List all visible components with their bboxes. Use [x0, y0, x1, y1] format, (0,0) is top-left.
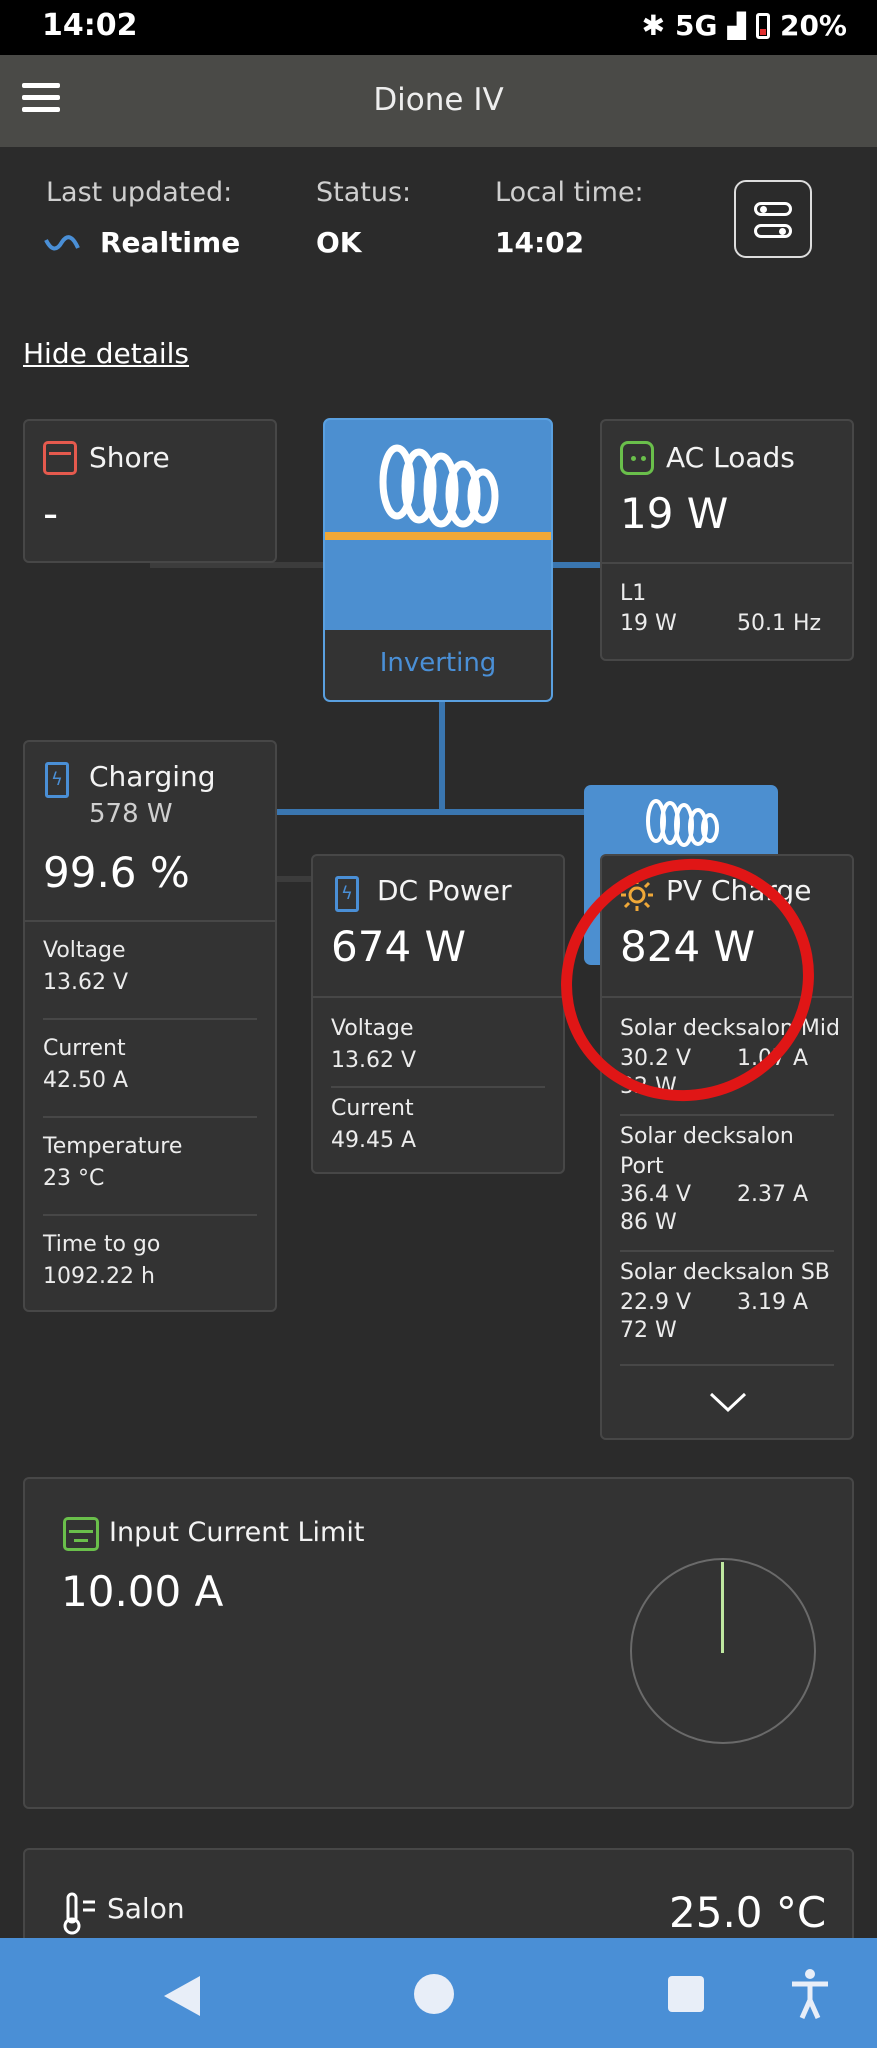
- ac-loads-card[interactable]: AC Loads 19 W L1 19 W 50.1 Hz: [600, 419, 854, 661]
- pv-charger-power: 86 W: [620, 1210, 677, 1235]
- divider: [602, 562, 852, 564]
- shore-value: -: [43, 489, 59, 538]
- last-updated-value: Realtime: [100, 226, 241, 259]
- battery-charging-icon: ϟ: [45, 762, 69, 798]
- switch-view-button[interactable]: [734, 180, 812, 258]
- pv-charger-voltage: 22.9 V: [620, 1290, 692, 1315]
- battery-temperature-value: 23 °C: [43, 1166, 105, 1191]
- chevron-down-icon[interactable]: [708, 1390, 748, 1414]
- salon-value: 25.0 °C: [669, 1888, 827, 1937]
- inverter-card[interactable]: Inverting: [323, 418, 553, 702]
- pv-charger-voltage: 36.4 V: [620, 1182, 692, 1207]
- battery-power: 578 W: [89, 799, 173, 829]
- ac-phase-label: L1: [620, 581, 647, 606]
- divider: [43, 1116, 257, 1118]
- battery-current-label: Current: [43, 1036, 126, 1061]
- pv-charger-name: Solar decksalon SB: [620, 1260, 830, 1285]
- dc-current-value: 49.45 A: [331, 1128, 417, 1153]
- dc-current-label: Current: [331, 1096, 414, 1121]
- local-time-label: Local time:: [495, 177, 644, 208]
- signal-icon: ▟: [727, 11, 746, 40]
- shore-title: Shore: [89, 441, 170, 474]
- gauge-needle: [721, 1562, 724, 1653]
- battery-ttg-label: Time to go: [43, 1232, 161, 1257]
- accessibility-icon[interactable]: [790, 1968, 830, 2020]
- status-value: OK: [316, 226, 362, 259]
- victron-logo-icon: [379, 444, 499, 528]
- system-nav-bar: [0, 1938, 877, 2048]
- network-label: 5G: [675, 9, 718, 42]
- victron-logo-icon: [646, 799, 719, 847]
- home-icon[interactable]: [414, 1974, 454, 2014]
- battery-voltage-label: Voltage: [43, 938, 126, 963]
- battery-voltage-value: 13.62 V: [43, 970, 129, 995]
- inverter-status-bar: [325, 532, 551, 540]
- bluetooth-icon: ✱: [641, 9, 666, 42]
- ac-phase-power: 19 W: [620, 611, 677, 636]
- divider: [25, 920, 275, 922]
- dc-power-card[interactable]: ϟ DC Power 674 W Voltage 13.62 V Current…: [311, 854, 565, 1174]
- battery-icon: [755, 12, 770, 39]
- battery-current-value: 42.50 A: [43, 1068, 129, 1093]
- wire-battery-dc: [276, 876, 312, 882]
- salon-title: Salon: [107, 1892, 185, 1925]
- dc-power-title: DC Power: [377, 874, 512, 907]
- dc-voltage-label: Voltage: [331, 1016, 414, 1041]
- input-limit-value: 10.00 A: [61, 1567, 224, 1616]
- status-bar: 14:02 ✱ 5G ▟ 20%: [0, 0, 877, 55]
- hide-details-link[interactable]: Hide details: [23, 337, 189, 370]
- page-title: Dione IV: [373, 82, 504, 118]
- ac-loads-value: 19 W: [620, 489, 729, 538]
- divider: [620, 1364, 834, 1366]
- divider: [43, 1214, 257, 1216]
- shore-icon: [43, 441, 77, 475]
- divider: [331, 1086, 545, 1088]
- divider: [620, 1250, 834, 1252]
- wire-inverter-ac: [553, 562, 601, 568]
- shore-card[interactable]: Shore -: [23, 419, 277, 563]
- back-icon[interactable]: [160, 1974, 202, 2018]
- pv-charger-name: Solar decksalon Port: [620, 1124, 794, 1179]
- dc-voltage-value: 13.62 V: [331, 1048, 417, 1073]
- socket-icon: [620, 441, 654, 475]
- ac-frequency: 50.1 Hz: [737, 611, 822, 636]
- status-label: Status:: [316, 177, 412, 208]
- wire-dc-bus: [276, 809, 586, 815]
- realtime-wave-icon: [44, 235, 80, 251]
- app-header: Dione IV: [0, 55, 877, 147]
- divider: [620, 1114, 834, 1116]
- pv-charger-power: 72 W: [620, 1318, 677, 1343]
- pv-charger-current: 3.19 A: [737, 1290, 809, 1315]
- thermometer-icon: [63, 1892, 95, 1935]
- battery-ttg-value: 1092.22 h: [43, 1264, 155, 1289]
- recents-icon[interactable]: [668, 1976, 704, 2012]
- last-updated-label: Last updated:: [46, 177, 233, 208]
- ac-loads-title: AC Loads: [666, 441, 795, 474]
- dc-power-value: 674 W: [331, 922, 467, 971]
- battery-temperature-label: Temperature: [43, 1134, 183, 1159]
- battery-percent: 20%: [779, 9, 847, 42]
- status-icons: ✱ 5G ▟ 20%: [642, 9, 847, 42]
- current-limit-gauge: [630, 1558, 816, 1744]
- inverter-state: Inverting: [379, 648, 497, 678]
- battery-soc: 99.6 %: [43, 848, 190, 897]
- divider: [43, 1018, 257, 1020]
- battery-title: Charging: [89, 760, 216, 793]
- battery-card[interactable]: ϟ Charging 578 W 99.6 % Voltage 13.62 V …: [23, 740, 277, 1312]
- input-limit-icon: [63, 1517, 99, 1551]
- dc-battery-icon: ϟ: [335, 876, 359, 912]
- wire-inverter-dc: [439, 702, 445, 812]
- pv-charger-current: 2.37 A: [737, 1182, 809, 1207]
- divider: [313, 996, 563, 998]
- status-time: 14:02: [42, 8, 138, 43]
- input-limit-title: Input Current Limit: [109, 1517, 365, 1548]
- local-time-value: 14:02: [495, 226, 585, 259]
